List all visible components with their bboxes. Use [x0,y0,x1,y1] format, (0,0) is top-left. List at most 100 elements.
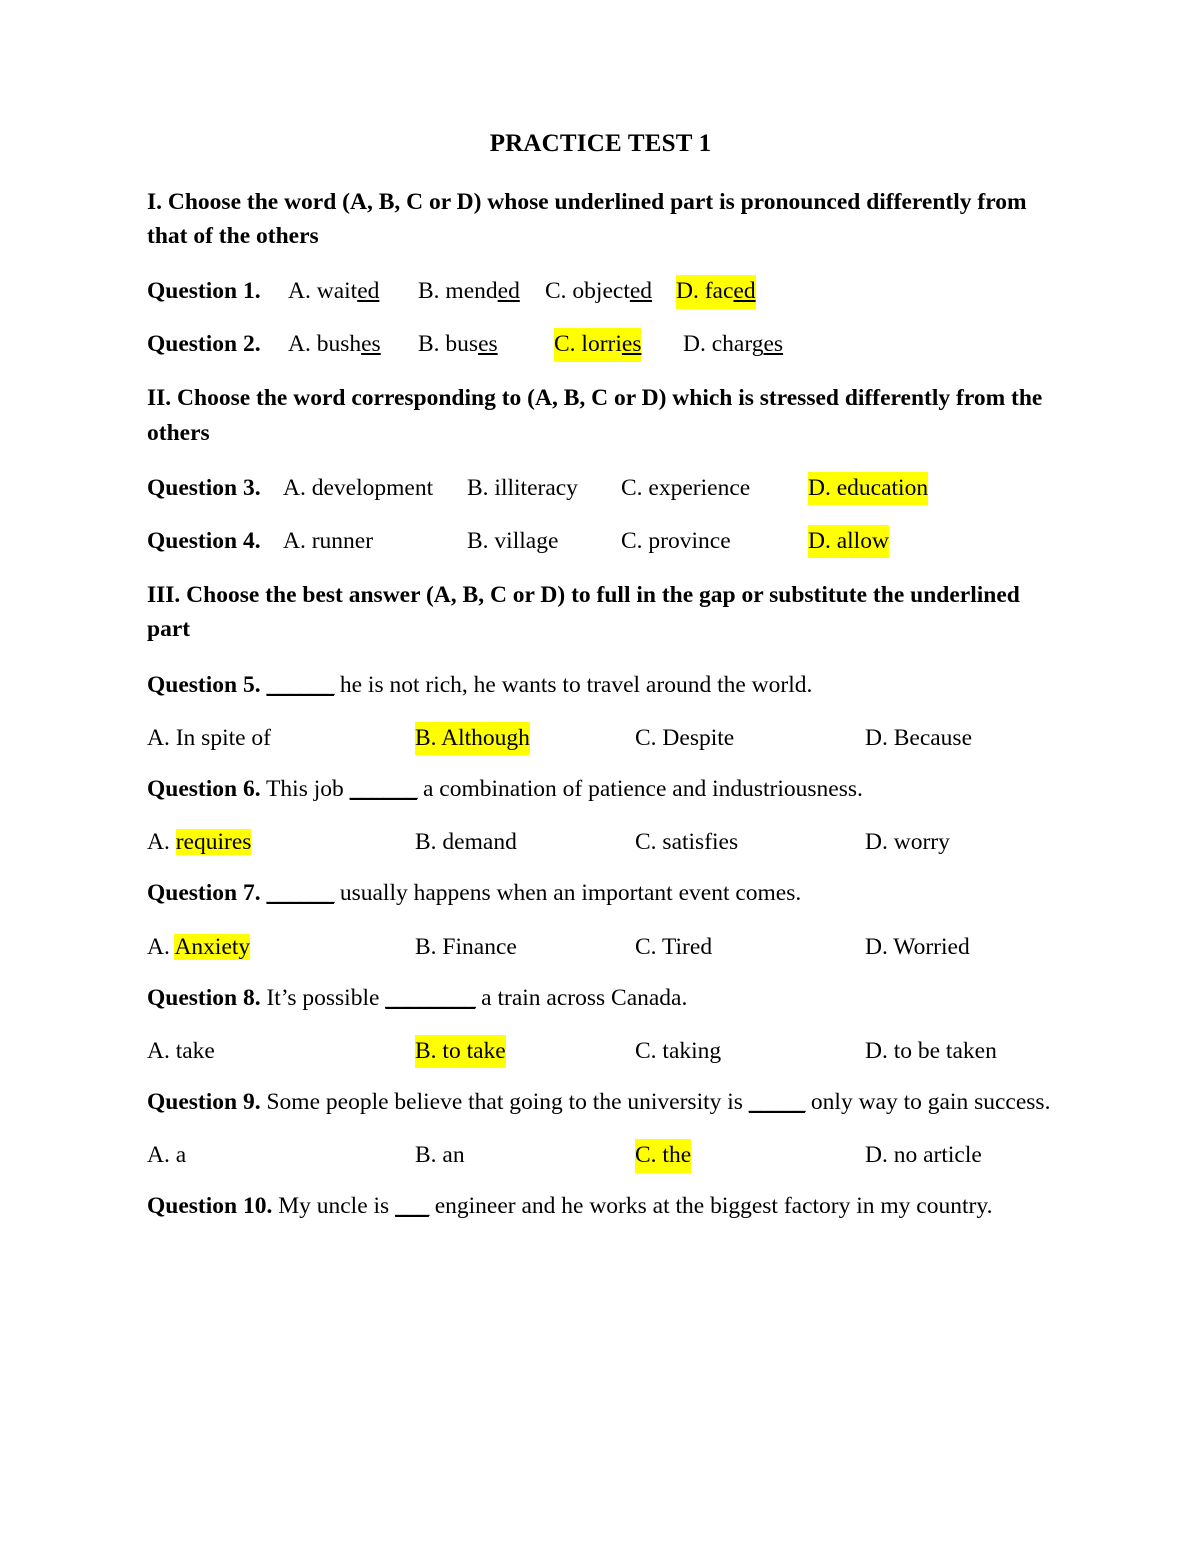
page-title: PRACTICE TEST 1 [489,130,712,157]
section-heading-1: I. Choose the word (A, B, C or D) whose … [147,188,1027,250]
question-9-option-b[interactable]: B. an [415,1139,465,1172]
question-1-option-a[interactable]: A. waited [288,275,379,308]
question-10-stem-pre: My uncle is [272,1193,396,1220]
question-row-1: Question 1. A. waited B. mended C. objec… [147,275,1062,309]
underlined-part: es [478,331,498,358]
question-8-options: A. take B. to take C. taking D. to be ta… [147,1034,1062,1069]
underlined-part: ed [733,278,756,305]
option-letter: A. [147,829,176,856]
question-7-option-c[interactable]: C. Tired [635,931,712,964]
question-5-stem: Question 5. ______ he is not rich, he wa… [147,669,1062,702]
question-5-blank: ______ [266,671,334,698]
question-6-stem: Question 6. This job ______ a combinatio… [147,773,1062,806]
question-6-option-d[interactable]: D. worry [865,826,950,859]
option-word: Anxiety [174,933,251,960]
question-2-option-d[interactable]: D. charges [683,328,783,361]
question-3-option-c[interactable]: C. experience [621,472,750,505]
question-5-option-b[interactable]: B. Although [415,721,530,756]
question-9-option-d[interactable]: D. no article [865,1139,982,1172]
question-10-label: Question 10. [147,1193,273,1220]
underlined-part: es [361,331,381,358]
question-2-option-a[interactable]: A. bushes [288,328,381,361]
question-6-option-a[interactable]: A. requires [147,826,252,859]
underlined-part: ed [497,278,520,305]
option-letter: A. [147,933,175,960]
question-6-options: A. requires B. demand C. satisfies D. wo… [147,826,1062,857]
question-9-label: Question 9. [147,1088,261,1115]
option-text: D. fac [676,278,734,305]
section-heading-2: II. Choose the word corresponding to (A,… [147,385,1043,446]
option-text: B. mend [418,278,498,305]
question-5-option-c[interactable]: C. Despite [635,722,734,755]
question-8-option-b[interactable]: B. to take [415,1034,506,1069]
question-7-label: Question 7. [147,880,261,907]
question-2-option-b[interactable]: B. buses [418,328,498,361]
question-9-stem: Question 9. Some people believe that goi… [147,1086,1062,1119]
question-7-blank: ______ [266,880,334,907]
question-4-option-d[interactable]: D. allow [808,524,889,559]
question-10-blank: ___ [395,1193,429,1220]
question-8-option-a[interactable]: A. take [147,1035,215,1068]
question-7-options: A. Anxiety B. Finance C. Tired D. Worrie… [147,931,1062,962]
question-9-stem-post: only way to gain success. [805,1088,1051,1115]
section-heading-3: III. Choose the best answer (A, B, C or … [147,581,1020,643]
question-2-option-c[interactable]: C. lorries [554,328,642,362]
question-7-option-d[interactable]: D. Worried [865,931,970,964]
question-9-stem-pre: Some people believe that going to the un… [260,1088,749,1115]
option-text: D. charg [683,331,764,358]
underlined-part: es [621,331,642,358]
question-7-stem-text: usually happens when an important event … [333,880,802,907]
option-text: A. bush [288,331,362,358]
question-3-option-b[interactable]: B. illiteracy [467,472,578,505]
question-3-label: Question 3. [147,474,261,501]
underlined-part: ed [357,278,380,305]
question-6-blank: ______ [349,775,418,802]
question-row-4: Question 4. A. runner B. village C. prov… [147,524,1062,559]
underlined-part: ed [629,278,653,305]
underlined-part: es [763,331,784,358]
question-8-label: Question 8. [147,984,261,1011]
option-text: A. wait [288,278,358,305]
question-8-stem-pre: It’s possible [260,984,386,1011]
question-5-options: A. In spite of B. Although C. Despite D.… [147,721,1062,756]
question-1-option-b[interactable]: B. mended [418,275,520,308]
question-1-option-d[interactable]: D. faced [676,275,756,309]
question-row-2: Question 2. A. bushes B. buses C. lorrie… [147,328,1062,362]
question-6-label: Question 6. [147,775,261,802]
question-5-option-d[interactable]: D. Because [865,722,972,755]
question-9-blank: _____ [748,1088,806,1115]
question-6-option-b[interactable]: B. demand [415,826,517,859]
question-6-option-c[interactable]: C. satisfies [635,826,738,859]
option-text: B. bus [418,331,479,358]
option-text: C. lorri [554,331,622,358]
question-4-option-b[interactable]: B. village [467,525,558,558]
question-7-stem: Question 7. ______ usually happens when … [147,877,1062,910]
question-4-option-a[interactable]: A. runner [283,525,373,558]
question-1-option-c[interactable]: C. objected [545,275,652,308]
question-10-stem-post: engineer and he works at the biggest fac… [428,1193,993,1220]
question-9-option-a[interactable]: A. a [147,1139,186,1172]
question-5-stem-text: he is not rich, he wants to travel aroun… [333,671,813,698]
question-3-option-a[interactable]: A. development [283,472,433,505]
document-page: PRACTICE TEST 1 I. Choose the word (A, B… [0,0,1200,1553]
question-7-option-a[interactable]: A. Anxiety [147,931,251,964]
question-8-stem-post: a train across Canada. [475,984,688,1011]
question-row-3: Question 3. A. development B. illiteracy… [147,471,1062,506]
question-8-option-d[interactable]: D. to be taken [865,1035,997,1068]
question-8-option-c[interactable]: C. taking [635,1035,721,1068]
question-2-label: Question 2. [147,331,261,358]
question-5-option-a[interactable]: A. In spite of [147,722,271,755]
question-4-option-c[interactable]: C. province [621,525,731,558]
question-9-option-c[interactable]: C. the [635,1139,692,1173]
option-text: C. object [545,278,630,305]
question-6-stem-pre: This job [260,775,350,802]
option-word: requires [175,829,252,856]
question-8-blank: ________ [385,984,476,1011]
question-8-stem: Question 8. It’s possible ________ a tra… [147,982,1062,1015]
question-9-options: A. a B. an C. the D. no article [147,1139,1062,1173]
question-4-label: Question 4. [147,527,261,554]
question-3-option-d[interactable]: D. education [808,471,929,506]
question-7-option-b[interactable]: B. Finance [415,931,517,964]
question-10-stem: Question 10. My uncle is ___ engineer an… [147,1190,1062,1223]
question-5-label: Question 5. [147,671,261,698]
